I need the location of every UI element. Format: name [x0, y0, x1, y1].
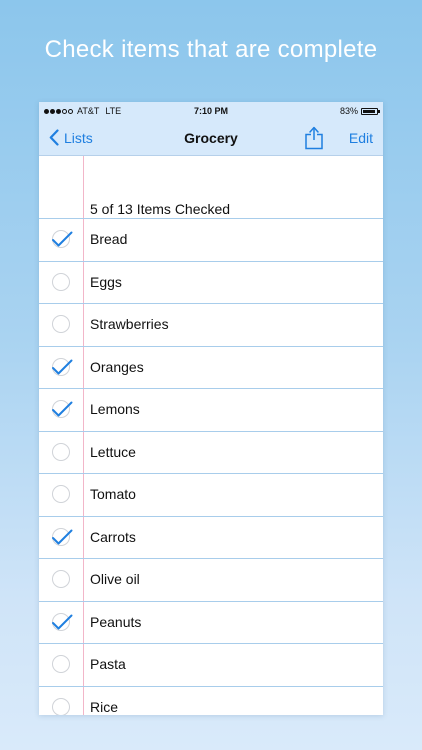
- list-item-label: Eggs: [90, 273, 122, 290]
- status-bar: AT&T LTE 7:10 PM 83%: [39, 102, 383, 120]
- checkbox-circle[interactable]: [52, 612, 70, 631]
- list-item[interactable]: Bread: [39, 219, 383, 262]
- checkbox-circle[interactable]: [52, 570, 70, 588]
- page-title: Grocery: [184, 130, 238, 146]
- list-item[interactable]: Oranges: [39, 347, 383, 389]
- list-item-label: Bread: [90, 231, 128, 247]
- list-item[interactable]: Lemons: [39, 389, 383, 432]
- list-item-label: Pasta: [90, 656, 126, 672]
- checkbox-circle[interactable]: [52, 442, 70, 461]
- list-item[interactable]: Lettuce: [39, 432, 383, 474]
- edit-button[interactable]: Edit: [349, 130, 373, 146]
- list-item[interactable]: Strawberries: [39, 304, 383, 347]
- list-item-label: Olive oil: [90, 571, 140, 587]
- share-icon[interactable]: [304, 124, 324, 150]
- list-item[interactable]: Tomato: [39, 474, 383, 517]
- grocery-list: Bread Eggs Strawberries Oranges Lemons Lettuc…: [39, 219, 383, 715]
- checkbox-circle[interactable]: [52, 357, 70, 376]
- list-item-label: Peanuts: [90, 613, 142, 630]
- list-item-label: Strawberries: [90, 316, 169, 332]
- list-item[interactable]: Pasta: [39, 644, 383, 687]
- battery-level: [363, 109, 375, 113]
- checkbox-circle[interactable]: [52, 272, 70, 291]
- checkbox-circle[interactable]: [52, 527, 70, 546]
- battery-percent: 83%: [339, 106, 358, 116]
- list-item[interactable]: Eggs: [39, 262, 383, 304]
- list-item-label: Oranges: [90, 358, 144, 375]
- promo-headline: Check items that are complete: [44, 36, 378, 63]
- list-item[interactable]: Carrots: [39, 517, 383, 559]
- list-item[interactable]: Rice: [39, 687, 383, 715]
- checkbox-circle[interactable]: [52, 315, 70, 333]
- checkbox-circle[interactable]: [52, 400, 70, 418]
- list-paper: 5 of 13 Items Checked Bread Eggs Strawberr…: [39, 156, 383, 715]
- list-item-label: Rice: [90, 698, 119, 715]
- phone-screen: AT&T LTE 7:10 PM 83% Lists Grocery Edit …: [39, 102, 383, 715]
- checkbox-circle[interactable]: [52, 230, 70, 248]
- list-item-label: Carrots: [90, 528, 136, 545]
- list-item-label: Lemons: [90, 401, 140, 417]
- list-item[interactable]: Peanuts: [39, 602, 383, 644]
- list-item-label: Lettuce: [90, 443, 136, 460]
- checkbox-circle[interactable]: [52, 485, 70, 503]
- list-item-label: Tomato: [90, 486, 136, 502]
- checkbox-circle[interactable]: [52, 655, 70, 673]
- status-bar-right: 83%: [339, 106, 380, 116]
- navigation-bar: Lists Grocery Edit: [39, 120, 383, 156]
- list-item[interactable]: Olive oil: [39, 559, 383, 602]
- battery-icon: [361, 107, 380, 115]
- status-time: 7:10 PM: [193, 106, 228, 116]
- checkbox-circle[interactable]: [52, 697, 70, 715]
- checked-summary: 5 of 13 Items Checked: [90, 201, 231, 217]
